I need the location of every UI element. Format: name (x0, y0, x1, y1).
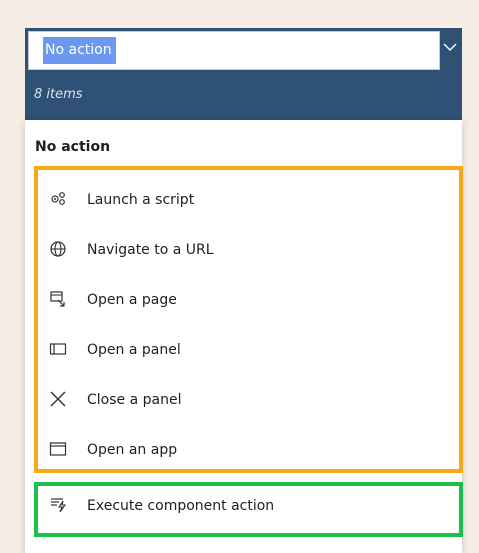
green-highlight-box (34, 482, 463, 537)
combobox-input[interactable]: No action (28, 31, 440, 70)
action-combobox[interactable]: No action (25, 28, 462, 73)
orange-highlight-box (34, 166, 463, 473)
combobox-selected-value: No action (43, 37, 116, 64)
item-count: 8 items (34, 87, 83, 102)
chevron-down-icon[interactable] (442, 39, 458, 55)
option-no-action[interactable]: No action (35, 139, 110, 155)
item-count-bar: 8 items (25, 73, 462, 120)
